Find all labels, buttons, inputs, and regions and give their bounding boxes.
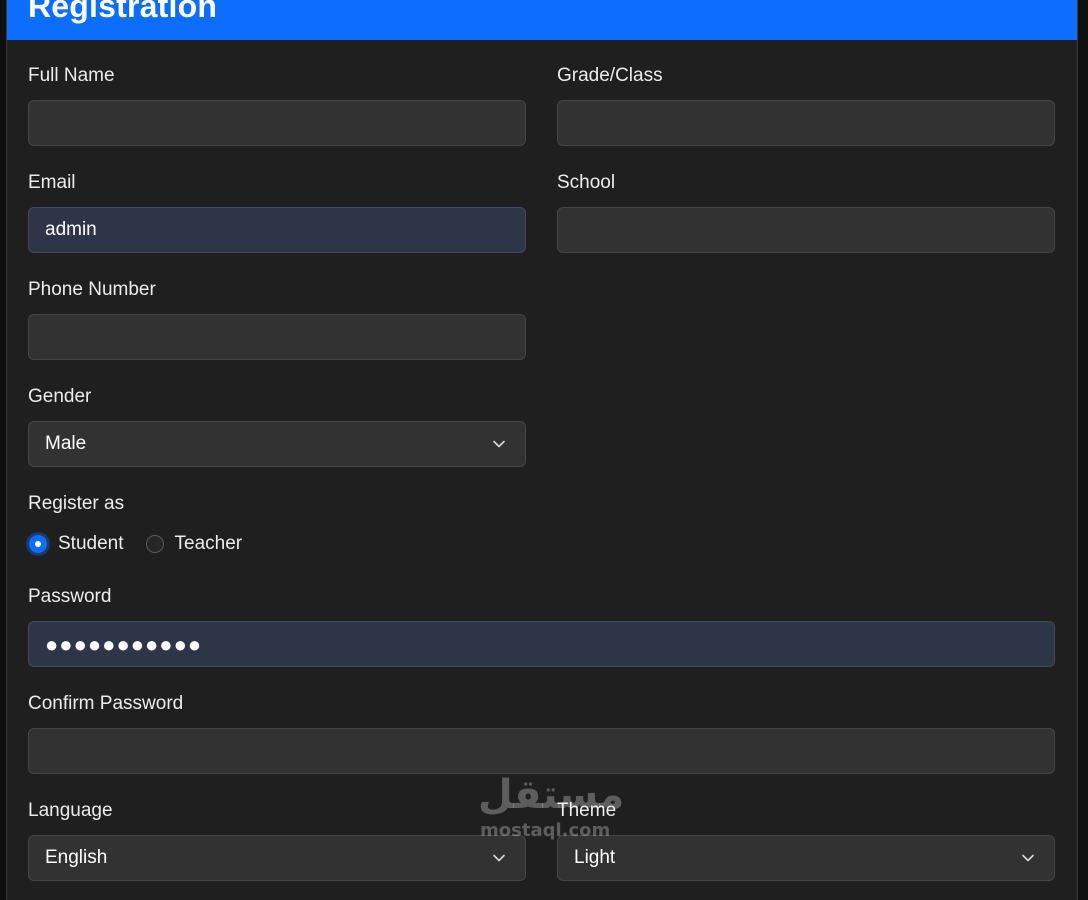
theme-label: Theme <box>557 800 617 821</box>
language-selected-value: English <box>45 847 108 868</box>
full-name-label: Full Name <box>28 65 115 86</box>
gender-label: Gender <box>28 386 92 407</box>
email-input[interactable]: admin <box>28 207 526 253</box>
full-name-input[interactable] <box>28 100 526 146</box>
chevron-down-icon <box>1022 854 1034 862</box>
student-radio-label[interactable]: Student <box>58 533 124 555</box>
header-bar: Registration <box>7 0 1077 40</box>
gender-selected-value: Male <box>45 433 87 454</box>
student-radio[interactable] <box>29 535 47 553</box>
email-label: Email <box>28 172 76 193</box>
teacher-radio-label[interactable]: Teacher <box>175 533 243 555</box>
register-as-radio-group: Student Teacher <box>29 530 264 558</box>
gender-select[interactable]: Male <box>28 421 526 467</box>
school-label: School <box>557 172 616 193</box>
confirm-password-input[interactable] <box>28 728 1055 774</box>
theme-selected-value: Light <box>574 847 616 868</box>
registration-window: Registration Full Name Grade/Class Email… <box>6 0 1078 900</box>
password-input[interactable]: ●●●●●●●●●●● <box>28 621 1055 667</box>
phone-input[interactable] <box>28 314 526 360</box>
page-title: Registration <box>28 0 218 24</box>
confirm-password-label: Confirm Password <box>28 693 184 714</box>
grade-class-label: Grade/Class <box>557 65 663 86</box>
radio-option-teacher[interactable]: Teacher <box>145 533 243 555</box>
password-label: Password <box>28 586 112 607</box>
teacher-radio[interactable] <box>145 535 164 553</box>
language-label: Language <box>28 800 113 821</box>
register-as-label: Register as <box>28 493 125 514</box>
grade-class-input[interactable] <box>557 100 1055 146</box>
radio-option-student[interactable]: Student <box>29 533 124 555</box>
chevron-down-icon <box>493 854 505 862</box>
chevron-down-icon <box>493 440 505 448</box>
language-select[interactable]: English <box>28 835 526 881</box>
school-input[interactable] <box>557 207 1055 253</box>
phone-label: Phone Number <box>28 279 156 300</box>
theme-select[interactable]: Light <box>557 835 1055 881</box>
